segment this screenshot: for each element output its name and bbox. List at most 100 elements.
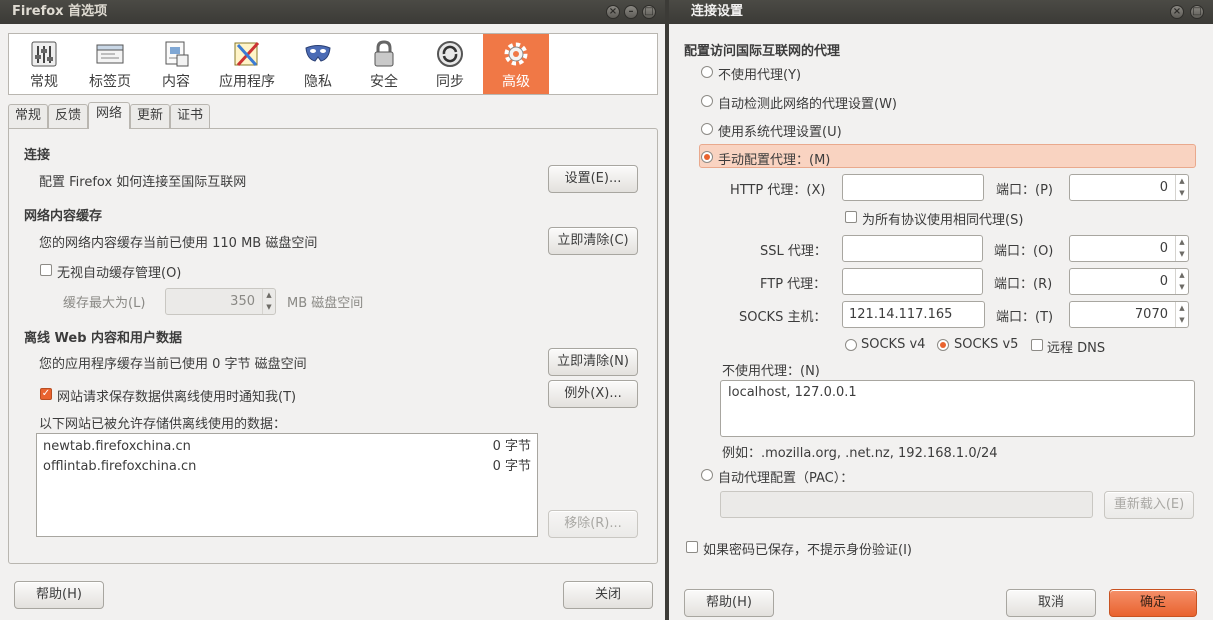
help-button[interactable]: 帮助(H)	[14, 581, 104, 609]
http-port-value: 0	[1159, 180, 1168, 195]
notify-offline-label: 网站请求保存数据供离线使用时通知我(T)	[57, 390, 297, 405]
ssl-proxy-label: SSL 代理：	[760, 244, 827, 259]
pac-url-input[interactable]	[720, 491, 1093, 518]
no-proxy-for-label: 不使用代理：(N)	[722, 364, 820, 379]
manual-proxy-radio[interactable]	[701, 151, 713, 163]
connection-description: 配置 Firefox 如何连接至国际互联网	[39, 175, 247, 190]
toolbar-item-tabs[interactable]: 标签页	[77, 34, 143, 94]
no-proxy-radio[interactable]	[701, 66, 713, 78]
proxy-heading: 配置访问国际互联网的代理	[684, 44, 841, 59]
preferences-toolbar: 常规 标签页 内容 应用程序 隐私 安全 同步 高级	[8, 33, 658, 95]
socks-v4-radio[interactable]	[845, 339, 857, 351]
system-proxy-radio[interactable]	[701, 123, 713, 135]
toolbar-label: 常规	[30, 74, 58, 90]
clear-offline-button[interactable]: 立即清除(N)	[548, 348, 638, 376]
close-button[interactable]: 关闭	[563, 581, 653, 609]
cache-limit-label: 缓存最大为(L)	[63, 296, 146, 311]
tab-network[interactable]: 网络	[88, 102, 130, 129]
preferences-title: Firefox 首选项	[12, 4, 108, 19]
spin-arrows-icon[interactable]: ▲ ▼	[1175, 175, 1188, 200]
exceptions-button[interactable]: 例外(X)...	[548, 380, 638, 408]
spin-arrows-icon[interactable]: ▲ ▼	[1175, 269, 1188, 294]
pac-label: 自动代理配置（PAC）：	[718, 471, 854, 486]
connection-settings-button[interactable]: 设置(E)...	[548, 165, 638, 193]
system-proxy-label: 使用系统代理设置(U)	[718, 125, 842, 140]
remote-dns-checkbox[interactable]	[1031, 339, 1043, 351]
cache-limit-input[interactable]: 350 ▲ ▼	[165, 288, 276, 315]
toolbar-label: 同步	[436, 74, 464, 90]
connection-title: 连接设置	[691, 4, 744, 19]
sync-icon	[437, 41, 463, 67]
no-proxy-for-textarea[interactable]: localhost, 127.0.0.1	[720, 380, 1195, 437]
http-proxy-label: HTTP 代理：(X)	[730, 183, 826, 198]
ftp-port-input[interactable]: 0 ▲ ▼	[1069, 268, 1189, 295]
ssl-proxy-input[interactable]	[842, 235, 983, 262]
content-icon	[165, 41, 189, 67]
spin-arrows-icon[interactable]: ▲ ▼	[1175, 302, 1188, 327]
site-host: offlintab.firefoxchina.cn	[43, 459, 197, 474]
connection-heading: 连接	[24, 148, 51, 163]
cache-heading: 网络内容缓存	[24, 209, 103, 224]
clear-cache-button[interactable]: 立即清除(C)	[548, 227, 638, 255]
remote-dns-label: 远程 DNS	[1047, 341, 1106, 356]
toolbar-label: 高级	[502, 74, 530, 90]
list-item[interactable]: newtab.firefoxchina.cn 0 字节	[43, 437, 531, 457]
notify-offline-checkbox[interactable]: ✓	[40, 388, 52, 400]
preferences-titlebar[interactable]: Firefox 首选项 × – □	[0, 0, 665, 24]
tab-update[interactable]: 更新	[130, 104, 170, 128]
offline-heading: 离线 Web 内容和用户数据	[24, 331, 183, 346]
socks-port-label: 端口：(T)	[996, 310, 1054, 325]
site-size: 0 字节	[492, 459, 531, 474]
override-cache-label: 无视自动缓存管理(O)	[57, 266, 182, 281]
offline-sites-list[interactable]: newtab.firefoxchina.cn 0 字节 offlintab.fi…	[36, 433, 538, 537]
cache-limit-unit: MB 磁盘空间	[287, 296, 364, 311]
same-proxy-checkbox[interactable]	[845, 211, 857, 223]
spin-arrows-icon[interactable]: ▲ ▼	[1175, 236, 1188, 261]
cancel-button[interactable]: 取消	[1006, 589, 1096, 617]
toolbar-item-content[interactable]: 内容	[143, 34, 209, 94]
reload-pac-button[interactable]: 重新载入(E)	[1104, 491, 1194, 519]
socks-host-input[interactable]: 121.14.117.165	[842, 301, 985, 328]
socks-port-input[interactable]: 7070 ▲ ▼	[1069, 301, 1189, 328]
toolbar-item-privacy[interactable]: 隐私	[285, 34, 351, 94]
pac-radio[interactable]	[701, 469, 713, 481]
autodetect-radio[interactable]	[701, 95, 713, 107]
toolbar-label: 内容	[162, 74, 190, 90]
no-proxy-label: 不使用代理(Y)	[718, 68, 802, 83]
connection-titlebar[interactable]: 连接设置 × □	[669, 0, 1213, 24]
maximize-window-icon[interactable]: □	[642, 5, 656, 19]
http-port-label: 端口：(P)	[996, 183, 1053, 198]
override-cache-checkbox[interactable]	[40, 264, 52, 276]
spin-arrows-icon[interactable]: ▲ ▼	[262, 289, 275, 314]
ftp-proxy-input[interactable]	[842, 268, 983, 295]
http-port-input[interactable]: 0 ▲ ▼	[1069, 174, 1189, 201]
cache-limit-value: 350	[230, 294, 255, 309]
toolbar-item-general[interactable]: 常规	[11, 34, 77, 94]
help-button[interactable]: 帮助(H)	[684, 589, 774, 617]
tab-general[interactable]: 常规	[8, 104, 48, 128]
offline-list-label: 以下网站已被允许存储供离线使用的数据：	[39, 417, 287, 432]
maximize-window-icon[interactable]: □	[1190, 5, 1204, 19]
ssl-port-label: 端口：(O)	[994, 244, 1054, 259]
http-proxy-input[interactable]	[842, 174, 984, 201]
close-window-icon[interactable]: ×	[606, 5, 620, 19]
tab-feedback[interactable]: 反馈	[48, 104, 88, 128]
tab-certificates[interactable]: 证书	[170, 104, 210, 128]
minimize-window-icon[interactable]: –	[624, 5, 638, 19]
remove-site-button[interactable]: 移除(R)...	[548, 510, 638, 538]
toolbar-item-security[interactable]: 安全	[351, 34, 417, 94]
no-auth-prompt-checkbox[interactable]	[686, 541, 698, 553]
ok-button[interactable]: 确定	[1109, 589, 1197, 617]
applications-icon	[234, 41, 260, 67]
close-window-icon[interactable]: ×	[1170, 5, 1184, 19]
preferences-window: Firefox 首选项 × – □ 常规 标签页 内容 应用程序 隐私 安全 同…	[0, 0, 665, 620]
toolbar-item-advanced[interactable]: 高级	[483, 34, 549, 94]
offline-description: 您的应用程序缓存当前已使用 0 字节 磁盘空间	[39, 357, 307, 372]
toolbar-item-sync[interactable]: 同步	[417, 34, 483, 94]
gear-icon	[504, 42, 528, 66]
socks-v5-radio[interactable]	[937, 339, 949, 351]
toolbar-label: 标签页	[89, 74, 131, 90]
toolbar-item-applications[interactable]: 应用程序	[209, 34, 285, 94]
ssl-port-input[interactable]: 0 ▲ ▼	[1069, 235, 1189, 262]
list-item[interactable]: offlintab.firefoxchina.cn 0 字节	[43, 457, 531, 477]
